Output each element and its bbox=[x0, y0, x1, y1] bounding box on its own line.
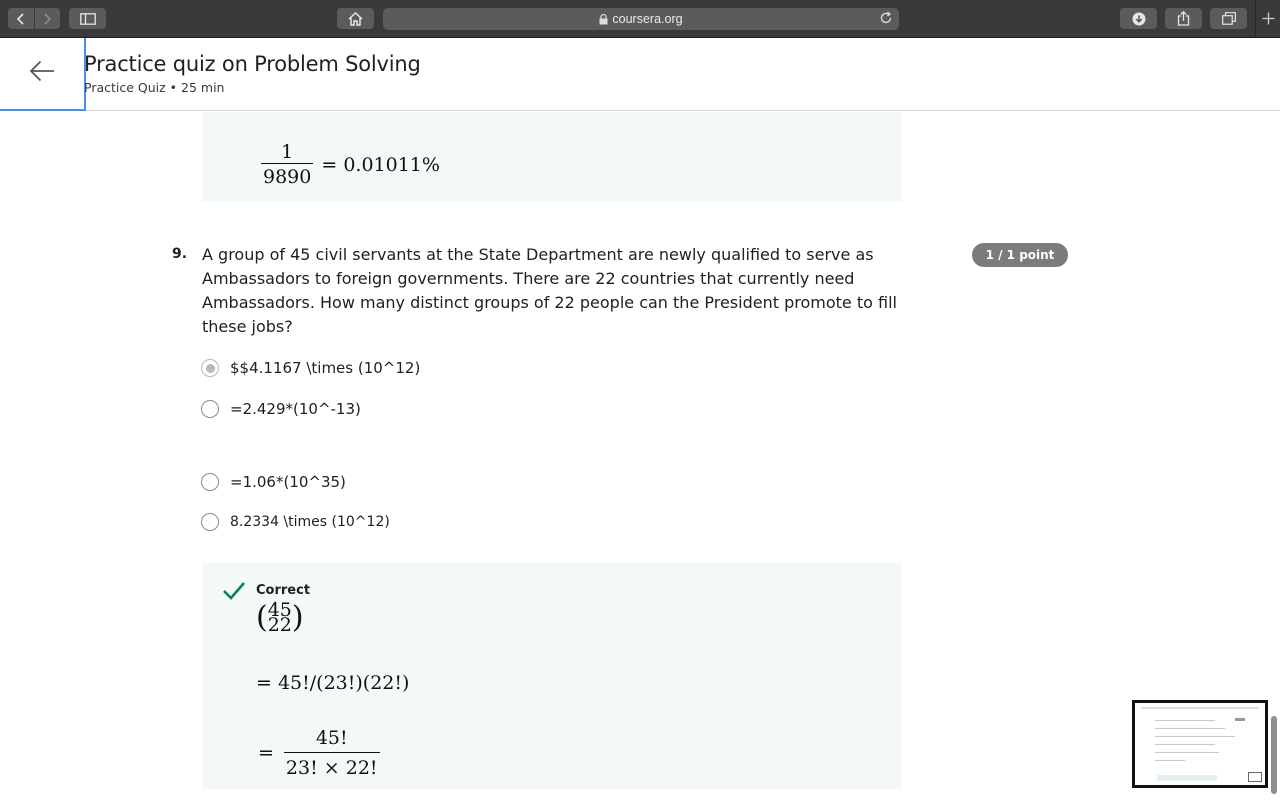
fraction-denominator: 9890 bbox=[261, 163, 314, 188]
factorial-expression: = 45!/(23!)(22!) bbox=[256, 672, 410, 694]
tabs-icon bbox=[1221, 12, 1236, 25]
arrow-left-icon bbox=[29, 60, 55, 87]
option-label: =1.06*(10^35) bbox=[230, 473, 346, 491]
back-nav-button[interactable] bbox=[8, 8, 35, 29]
sidebar-toggle-button[interactable] bbox=[69, 8, 106, 29]
factorial-fraction: = 45! 23! × 22! bbox=[258, 727, 380, 779]
browser-toolbar: coursera.org bbox=[0, 0, 1280, 38]
binomial-bottom: 22 bbox=[267, 614, 292, 636]
quiz-header: Practice quiz on Problem Solving Practic… bbox=[0, 38, 1280, 111]
question-text: A group of 45 civil servants at the Stat… bbox=[202, 245, 897, 336]
home-icon bbox=[348, 11, 363, 26]
url-text: coursera.org bbox=[612, 12, 683, 26]
sidebar-icon bbox=[79, 12, 96, 25]
downloads-button[interactable] bbox=[1120, 8, 1157, 29]
fraction-denominator: 23! × 22! bbox=[283, 752, 380, 779]
page-subtitle: Practice Quiz • 25 min bbox=[84, 80, 225, 95]
lock-icon bbox=[599, 13, 608, 25]
fraction: 1 9890 bbox=[261, 141, 314, 188]
equals-sign: = bbox=[258, 742, 274, 764]
answer-option[interactable]: 8.2334 \times (10^12) bbox=[201, 513, 390, 531]
option-label: 8.2334 \times (10^12) bbox=[230, 514, 390, 530]
answer-option[interactable]: $$4.1167 \times (10^12) bbox=[201, 359, 420, 377]
share-icon bbox=[1177, 11, 1190, 26]
new-tab-button[interactable] bbox=[1255, 0, 1280, 38]
back-button[interactable] bbox=[0, 38, 86, 111]
answer-option[interactable]: =1.06*(10^35) bbox=[201, 473, 346, 491]
tabs-overview-button[interactable] bbox=[1210, 8, 1247, 29]
download-icon bbox=[1132, 12, 1146, 26]
fraction-numerator: 1 bbox=[281, 141, 294, 163]
radio-button[interactable] bbox=[201, 473, 219, 491]
radio-button[interactable] bbox=[201, 400, 219, 418]
forward-nav-button[interactable] bbox=[35, 8, 61, 29]
answer-option[interactable]: =2.429*(10^-13) bbox=[201, 400, 361, 418]
radio-button-selected[interactable] bbox=[201, 359, 219, 377]
fraction-result: = 0.01011% bbox=[321, 153, 440, 176]
reload-icon[interactable] bbox=[879, 11, 893, 28]
feedback-panel: Correct ( 45 22 ) = 45!/(23!)(22!) = 45!… bbox=[202, 563, 902, 789]
option-label: =2.429*(10^-13) bbox=[230, 400, 361, 418]
page-thumbnail[interactable] bbox=[1132, 700, 1268, 788]
address-bar[interactable]: coursera.org bbox=[383, 8, 899, 30]
question-number: 9. bbox=[172, 246, 188, 262]
feedback-status: Correct bbox=[256, 583, 311, 598]
previous-feedback-math: 1 9890 = 0.01011% bbox=[261, 141, 440, 188]
share-button[interactable] bbox=[1165, 8, 1202, 29]
binomial-coefficient: ( 45 22 ) bbox=[256, 599, 304, 636]
option-label: $$4.1167 \times (10^12) bbox=[230, 359, 421, 377]
plus-icon bbox=[1262, 9, 1275, 30]
page-title: Practice quiz on Problem Solving bbox=[84, 52, 421, 76]
home-button[interactable] bbox=[337, 8, 374, 29]
scrollbar[interactable] bbox=[1271, 716, 1277, 794]
fraction-numerator: 45! bbox=[315, 727, 348, 749]
score-badge: 1 / 1 point bbox=[972, 243, 1068, 267]
history-nav bbox=[8, 8, 60, 29]
radio-button[interactable] bbox=[201, 513, 219, 531]
previous-feedback-panel: 1 9890 = 0.01011% bbox=[202, 112, 902, 202]
checkmark-icon bbox=[222, 581, 246, 606]
